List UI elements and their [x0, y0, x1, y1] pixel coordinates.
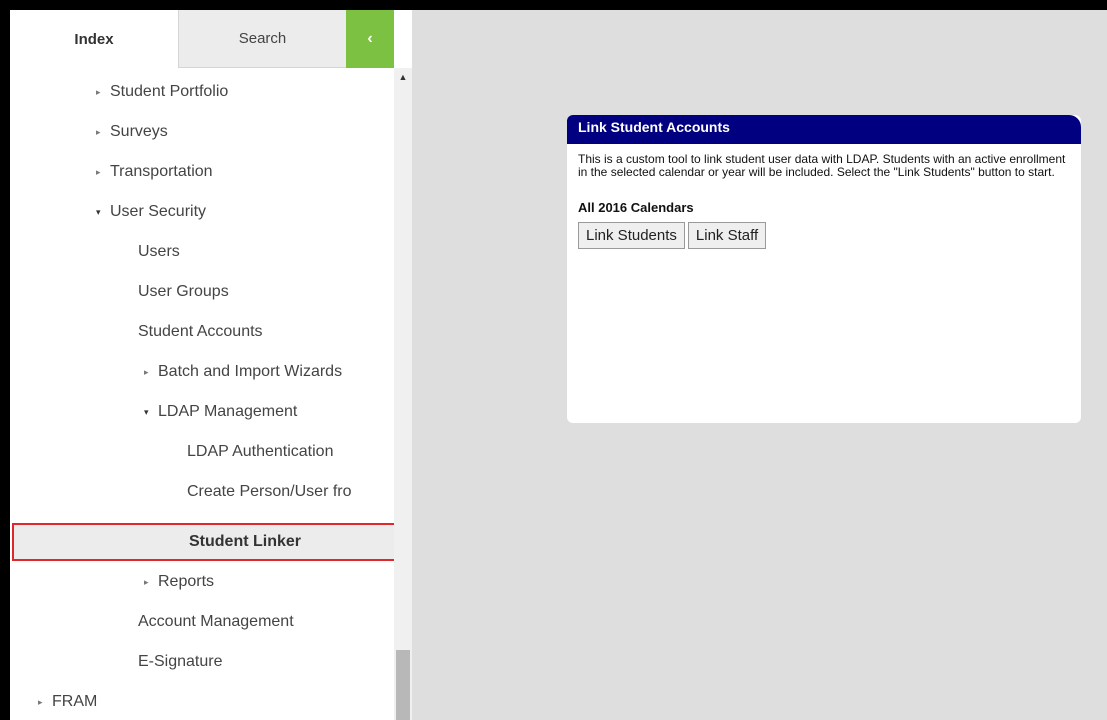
- link-student-accounts-panel: Link Student Accounts This is a custom t…: [567, 115, 1081, 423]
- tab-search[interactable]: Search: [178, 10, 346, 68]
- sidebar-scrollbar[interactable]: ▲: [394, 68, 412, 720]
- tree-item-label: Student Linker: [189, 533, 302, 550]
- tree-item-label: LDAP Authentication: [187, 443, 334, 460]
- tree-item-label: Batch and Import Wizards: [158, 363, 343, 380]
- tree-item-user-groups[interactable]: User Groups: [10, 272, 394, 312]
- tabs-spacer: [394, 10, 412, 68]
- panel-body: This is a custom tool to link student us…: [567, 144, 1081, 258]
- tree-item-reports[interactable]: ▸ Reports: [10, 562, 394, 602]
- collapse-sidebar-button[interactable]: ‹: [346, 10, 394, 68]
- expand-arrow-icon: ▸: [96, 126, 101, 137]
- panel-title: Link Student Accounts: [567, 115, 1081, 144]
- calendar-label: All 2016 Calendars: [578, 200, 694, 215]
- link-staff-button[interactable]: Link Staff: [687, 222, 767, 249]
- tree-item-student-portfolio[interactable]: ▸ Student Portfolio: [10, 72, 394, 112]
- link-students-button[interactable]: Link Students: [578, 222, 685, 249]
- chevron-left-icon: ‹: [367, 30, 373, 47]
- tree-item-label: Reports: [158, 573, 215, 590]
- tree-item-label: User Groups: [138, 283, 229, 300]
- expand-arrow-icon: ▸: [144, 366, 149, 377]
- tree-item-label: Account Management: [138, 613, 294, 630]
- tree-item-label: Surveys: [110, 123, 168, 140]
- tree-item-users[interactable]: Users: [10, 232, 394, 272]
- tree-item-transportation[interactable]: ▸ Transportation: [10, 152, 394, 192]
- tree-item-surveys[interactable]: ▸ Surveys: [10, 112, 394, 152]
- tab-index[interactable]: Index: [10, 10, 178, 68]
- tree-item-student-accounts[interactable]: Student Accounts: [10, 312, 394, 352]
- tree-item-label: E-Signature: [138, 653, 223, 670]
- app-frame: Index Search ‹ ▸ Student Portfolio ▸ Sur…: [10, 10, 1107, 720]
- expand-arrow-icon: ▸: [144, 576, 149, 587]
- tree-item-batch-and-import-wizards[interactable]: ▸ Batch and Import Wizards: [10, 352, 394, 392]
- tree-item-student-linker[interactable]: Student Linker: [12, 523, 394, 561]
- tree-item-account-management[interactable]: Account Management: [10, 602, 394, 642]
- tree-item-ldap-management[interactable]: ▾ LDAP Management: [10, 392, 394, 432]
- tree-item-label: Student Accounts: [138, 323, 263, 340]
- panel-description: This is a custom tool to link student us…: [578, 152, 1066, 179]
- expand-arrow-icon: ▸: [96, 166, 101, 177]
- collapse-arrow-icon: ▾: [96, 206, 101, 217]
- index-tree: ▸ Student Portfolio ▸ Surveys ▸ Transpor…: [10, 68, 394, 720]
- tree-item-fram[interactable]: ▸ FRAM: [10, 682, 394, 720]
- tree-item-label: Create Person/User fro: [187, 483, 352, 500]
- tree-item-label: Users: [138, 243, 180, 260]
- tree-item-label: LDAP Management: [158, 403, 298, 420]
- expand-arrow-icon: ▸: [96, 86, 101, 97]
- sidebar-tabs: Index Search ‹: [10, 10, 412, 68]
- tree-item-label: FRAM: [52, 693, 98, 710]
- collapse-arrow-icon: ▾: [144, 406, 149, 417]
- sidebar: Index Search ‹ ▸ Student Portfolio ▸ Sur…: [10, 10, 412, 720]
- tree-item-e-signature[interactable]: E-Signature: [10, 642, 394, 682]
- scroll-up-icon[interactable]: ▲: [394, 68, 412, 86]
- expand-arrow-icon: ▸: [38, 696, 43, 707]
- scrollbar-thumb[interactable]: [396, 650, 410, 720]
- tree-item-label: Transportation: [110, 163, 213, 180]
- tree-item-label: Student Portfolio: [110, 83, 229, 100]
- button-group: Link Students Link Staff: [578, 222, 1070, 249]
- tree-item-label: User Security: [110, 203, 207, 220]
- tree-item-create-person-user[interactable]: Create Person/User fro: [10, 472, 394, 512]
- tree-item-user-security[interactable]: ▾ User Security: [10, 192, 394, 232]
- tree-item-ldap-authentication[interactable]: LDAP Authentication: [10, 432, 394, 472]
